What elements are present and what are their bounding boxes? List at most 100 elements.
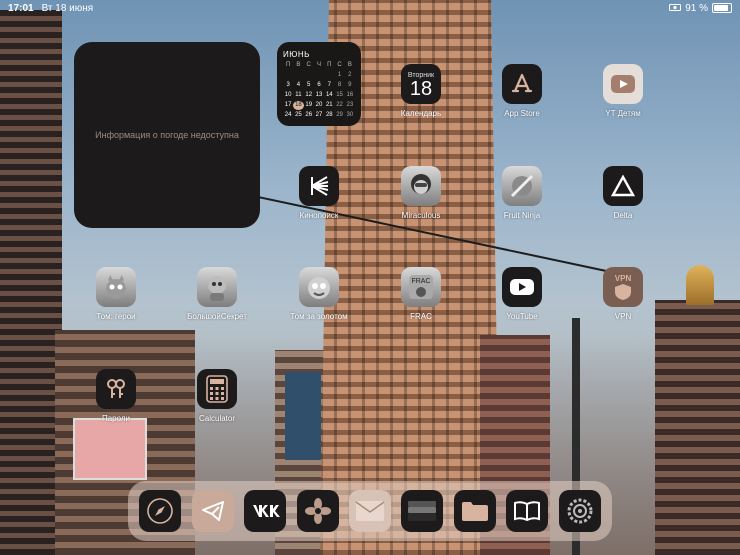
calendar-app-day: 18 [409,77,433,100]
app-calculator[interactable]: Calculator [177,369,257,423]
calendar-day: 28 [325,112,333,118]
wallpaper-building-left [0,10,62,555]
calendar-day [304,71,314,80]
yt-kids-icon [603,64,643,104]
calendar-weekday: Ч [316,62,321,68]
dock-safari[interactable] [139,490,182,532]
calendar-day: 19 [305,102,313,108]
compass-icon [147,498,174,524]
calendar-day: 15 [336,92,343,98]
app-label: VPN [614,312,632,321]
dock-books[interactable] [506,490,549,532]
calendar-month: ИЮНЬ [283,50,310,59]
status-bar: 17:01 Вт 18 июня 91 % [0,0,740,16]
app-appstore[interactable]: App Store [482,64,562,118]
calendar-day [293,71,303,80]
app-label: YouTube [506,312,538,321]
fruit-ninja-icon [502,166,542,206]
wallpaper-building-right-2 [655,300,740,555]
app-label: Том: герои [96,312,136,321]
dock-photos[interactable] [296,490,339,532]
status-date: Вт 18 июня [41,2,94,14]
wallpaper-billboard [73,418,147,480]
vpn-icon-text: VPN [614,273,632,283]
calendar-weekday: П [285,62,291,68]
app-calendar[interactable]: Вторник 18 Календарь [381,64,461,118]
kinopoisk-icon [299,166,339,206]
calendar-weekday: В [296,62,301,68]
calendar-widget[interactable]: ИЮНЬ П В С Ч П С В 1 2 3 4 5 6 7 8 9 10 … [277,42,361,126]
calendar-day: 10 [284,92,292,98]
calendar-day: 1 [337,72,342,78]
envelope-icon [355,501,385,521]
calendar-day [324,71,334,80]
calendar-weekday: С [306,62,311,68]
calendar-app-icon: Вторник 18 [401,64,441,104]
calendar-day: 14 [325,92,333,98]
weather-widget[interactable]: Информация о погоде недоступна [74,42,260,228]
app-vpn[interactable]: VPN VPN [583,267,663,321]
paper-plane-icon [201,501,224,521]
frac-icon: FRAC [401,267,441,307]
app-label: Кинопоиск [299,211,339,220]
calendar-day: 27 [315,112,323,118]
app-passwords[interactable]: Пароли [76,369,156,423]
app-label: Пароли [101,414,131,423]
wallet-icon [408,501,437,521]
battery-icon [712,3,732,13]
calendar-day: 21 [325,102,333,108]
calendar-day: 20 [315,102,323,108]
dock-mail[interactable] [348,490,391,532]
delta-icon [603,166,643,206]
calendar-day: 6 [317,82,321,88]
app-label: Calculator [198,414,235,423]
status-right: 91 % [669,3,732,14]
dock-wallet[interactable] [401,490,444,532]
key-icon [96,369,136,409]
app-miraculous[interactable]: Miraculous [381,166,461,220]
calendar-day: 4 [296,82,301,88]
calendar-day: 16 [346,92,354,98]
app-tom-heroes[interactable]: Том: герои [76,267,156,321]
weather-message: Информация о погоде недоступна [95,130,239,140]
big-secret-icon [197,267,237,307]
vk-icon [253,505,281,517]
wallpaper-billboard-2 [285,372,321,460]
youtube-icon [502,267,542,307]
dock-settings[interactable] [558,490,601,532]
app-yt-kids[interactable]: YT Детям [583,64,663,118]
app-fruitninja[interactable]: Fruit Ninja [482,166,562,220]
dock [128,481,612,541]
app-label: Miraculous [401,211,441,220]
calculator-icon [197,369,237,409]
app-delta[interactable]: Delta [583,166,663,220]
app-label: Календарь [400,109,442,118]
folder-icon [461,502,488,521]
app-kinopoisk[interactable]: Кинопоиск [279,166,359,220]
calendar-day: 9 [348,82,352,88]
app-label: Delta [613,211,633,220]
calendar-day: 23 [346,102,354,108]
app-bigsecret[interactable]: БольшойСекрет [177,267,257,321]
app-label: YT Детям [605,109,641,118]
calendar-day: 26 [305,112,313,118]
calendar-day: 30 [346,112,354,118]
dock-files[interactable] [453,490,496,532]
battery-percent: 91 % [685,2,708,14]
calendar-day: 12 [305,92,313,98]
calendar-day: 3 [286,82,290,88]
calendar-day: 5 [307,82,311,88]
gear-icon [567,498,593,524]
calendar-day: 24 [284,112,292,118]
calendar-day: 8 [337,82,342,88]
photos-flower-icon [304,498,331,524]
calendar-day: 2 [348,72,352,78]
app-tom-gold[interactable]: Том за золотом [279,267,359,321]
svg-text:FRAC: FRAC [411,278,430,285]
dock-telegram[interactable] [191,490,234,532]
app-youtube[interactable]: YouTube [482,267,562,321]
app-frac[interactable]: FRAC FRAC [381,267,461,321]
dock-vk[interactable] [244,490,287,532]
tom-heroes-icon [96,267,136,307]
calendar-day: 22 [336,102,343,108]
